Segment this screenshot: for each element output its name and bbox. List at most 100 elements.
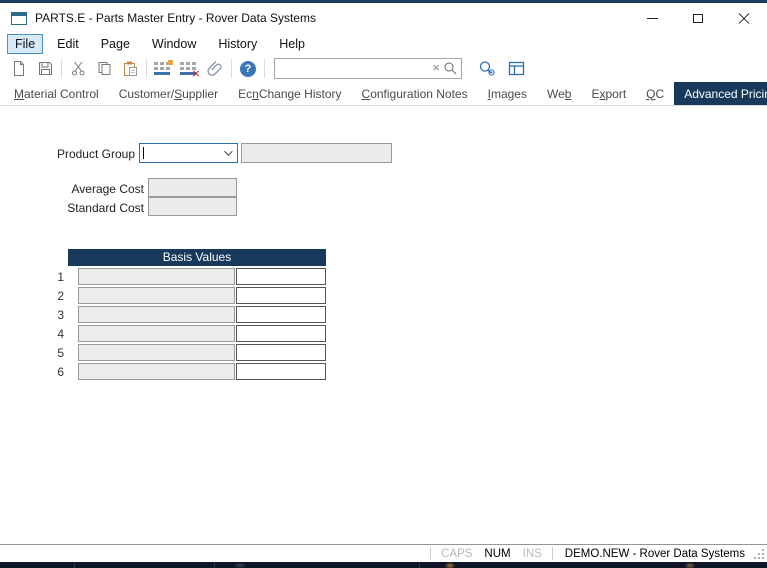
basis-field: [78, 363, 235, 380]
insert-row-icon: [154, 62, 172, 76]
layout-pane-icon: [508, 61, 526, 77]
tab-ecn-change-history[interactable]: Ecn Change History: [228, 82, 351, 105]
menu-history[interactable]: History: [210, 34, 265, 54]
basis-row-number: 6: [52, 365, 64, 379]
search-icon[interactable]: [443, 61, 458, 76]
basis-field: [78, 287, 235, 304]
toolbar-separator: [264, 59, 265, 78]
close-button[interactable]: [721, 3, 767, 33]
menu-page[interactable]: Page: [93, 34, 138, 54]
paperclip-icon: [207, 60, 224, 77]
resize-grip[interactable]: [753, 548, 765, 560]
status-separator: [552, 547, 553, 560]
insert-row-button[interactable]: [150, 57, 176, 81]
tab-bar: Material Control Customer/Supplier Ecn C…: [0, 82, 767, 106]
basis-row-number: 3: [52, 308, 64, 322]
tab-advanced-pricing[interactable]: Advanced Pricing: [674, 82, 767, 105]
basis-value-input[interactable]: [236, 344, 326, 361]
toolbar: ? ×: [0, 55, 767, 82]
maximize-icon: [693, 14, 703, 23]
attach-button[interactable]: [202, 57, 228, 81]
basis-value-input[interactable]: [236, 325, 326, 342]
cut-button[interactable]: [65, 57, 91, 81]
tab-export[interactable]: Export: [581, 82, 636, 105]
basis-field: [78, 268, 235, 285]
tab-qc[interactable]: QC: [636, 82, 674, 105]
minimize-button[interactable]: [629, 3, 675, 33]
menu-edit[interactable]: Edit: [49, 34, 87, 54]
average-cost-label: Average Cost: [20, 182, 144, 196]
basis-values-header: Basis Values: [68, 249, 326, 266]
delete-row-button[interactable]: [176, 57, 202, 81]
chevron-down-icon[interactable]: [224, 147, 232, 155]
search-box: ×: [274, 58, 462, 79]
basis-field: [78, 306, 235, 323]
toolbar-separator: [61, 59, 62, 78]
layout-button[interactable]: [504, 57, 530, 81]
copy-button[interactable]: [91, 57, 117, 81]
window-controls: [629, 3, 767, 33]
basis-field: [78, 325, 235, 342]
product-group-label: Product Group: [20, 147, 135, 161]
delete-row-icon: [180, 62, 198, 76]
status-separator: [430, 547, 431, 560]
status-bar: CAPS NUM INS DEMO.NEW - Rover Data Syste…: [0, 544, 767, 562]
basis-value-input[interactable]: [236, 306, 326, 323]
product-group-combobox[interactable]: [139, 143, 238, 163]
maximize-button[interactable]: [675, 3, 721, 33]
menu-window[interactable]: Window: [144, 34, 204, 54]
product-group-description-field: [241, 143, 392, 163]
menu-help[interactable]: Help: [271, 34, 313, 54]
basis-field: [78, 344, 235, 361]
basis-row: 2: [40, 287, 330, 304]
search-clear-icon[interactable]: ×: [432, 60, 440, 76]
new-document-icon: [11, 60, 27, 77]
basis-row: 1: [40, 268, 330, 285]
basis-row-number: 4: [52, 327, 64, 341]
paste-button[interactable]: [117, 57, 143, 81]
cut-icon: [70, 60, 87, 77]
help-button[interactable]: ?: [235, 57, 261, 81]
basis-row-number: 5: [52, 346, 64, 360]
basis-value-input[interactable]: [236, 287, 326, 304]
window-title: PARTS.E - Parts Master Entry - Rover Dat…: [35, 11, 316, 25]
copy-icon: [96, 60, 113, 77]
insert-mode-indicator: INS: [517, 548, 548, 560]
caps-lock-indicator: CAPS: [435, 548, 478, 560]
standard-cost-label: Standard Cost: [20, 201, 144, 215]
average-cost-field: [148, 178, 237, 197]
tab-configuration-notes[interactable]: Configuration Notes: [352, 82, 478, 105]
basis-value-input[interactable]: [236, 363, 326, 380]
toolbar-separator: [231, 59, 232, 78]
basis-row: 5: [40, 344, 330, 361]
save-button[interactable]: [32, 57, 58, 81]
desktop-taskbar-strip: [0, 562, 767, 568]
tab-customer-supplier[interactable]: Customer/Supplier: [109, 82, 228, 105]
basis-value-input[interactable]: [236, 268, 326, 285]
app-icon: [11, 12, 27, 25]
help-icon: ?: [240, 61, 256, 77]
tab-images[interactable]: Images: [478, 82, 537, 105]
paste-icon: [122, 60, 139, 77]
tab-web[interactable]: Web: [537, 82, 581, 105]
tab-material-control[interactable]: Material Control: [4, 82, 109, 105]
find-preview-icon: [478, 60, 497, 77]
num-lock-indicator: NUM: [478, 548, 516, 560]
new-button[interactable]: [6, 57, 32, 81]
minimize-icon: [647, 18, 658, 19]
basis-row-number: 1: [52, 270, 64, 284]
standard-cost-field: [148, 197, 237, 216]
toolbar-separator: [146, 59, 147, 78]
app-window: PARTS.E - Parts Master Entry - Rover Dat…: [0, 0, 767, 568]
title-bar: PARTS.E - Parts Master Entry - Rover Dat…: [0, 3, 767, 33]
basis-row-number: 2: [52, 289, 64, 303]
menu-bar: File Edit Page Window History Help: [0, 33, 767, 55]
status-message: DEMO.NEW - Rover Data Systems: [557, 548, 753, 560]
save-icon: [37, 60, 54, 77]
basis-row: 4: [40, 325, 330, 342]
menu-file[interactable]: File: [7, 34, 43, 54]
basis-row: 6: [40, 363, 330, 380]
find-preview-button[interactable]: [474, 57, 500, 81]
text-caret: [143, 147, 144, 159]
basis-row: 3: [40, 306, 330, 323]
